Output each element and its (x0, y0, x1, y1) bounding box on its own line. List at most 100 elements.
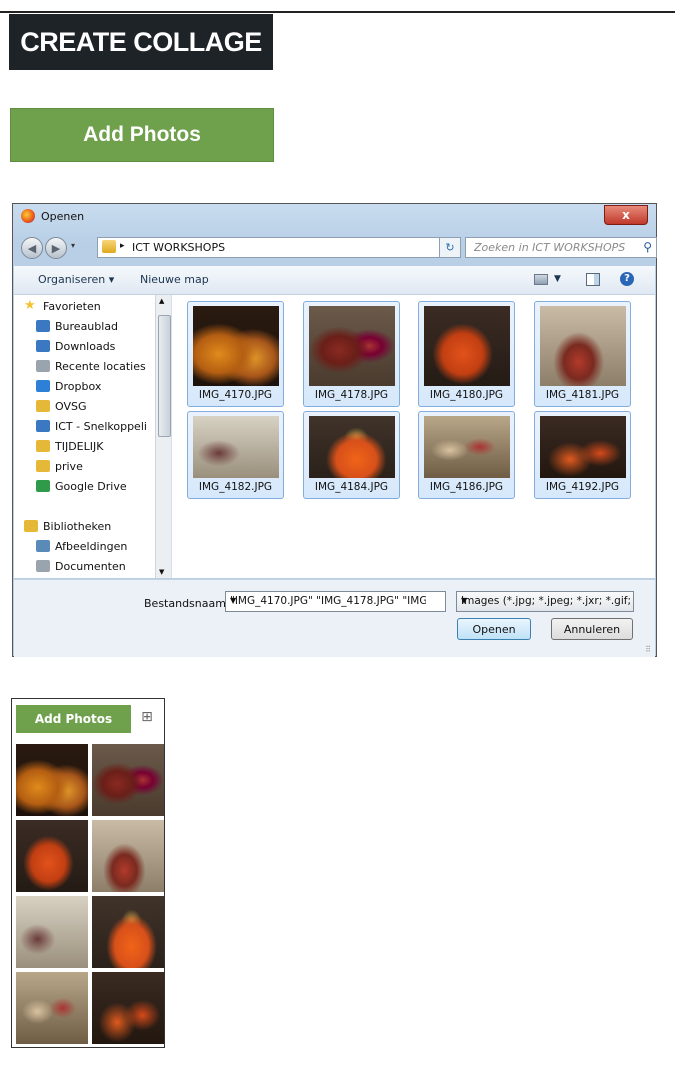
collage-photo-thumbnail[interactable] (92, 744, 164, 816)
resize-grip-icon[interactable]: ⠿ (645, 645, 651, 654)
breadcrumb[interactable]: ICT WORKSHOPS (132, 241, 225, 254)
nav-item-downloads[interactable]: Downloads (36, 337, 115, 355)
search-placeholder: Zoeken in ICT WORKSHOPS (474, 241, 626, 254)
nav-item-bureaublad[interactable]: Bureaublad (36, 317, 118, 335)
nav-item-google-drive[interactable]: Google Drive (36, 477, 127, 495)
dialog-title: Openen (41, 210, 85, 223)
new-folder-button[interactable]: Nieuwe map (140, 273, 209, 286)
file-item[interactable]: IMG_4182.JPG (187, 411, 284, 499)
filename-input[interactable]: "IMG_4170.JPG" "IMG_4178.JPG" "IMG_4: ▼ (225, 591, 446, 612)
file-item[interactable]: IMG_4170.JPG (187, 301, 284, 407)
collage-photo-thumbnail[interactable] (92, 820, 164, 892)
collage-photo-thumbnail[interactable] (92, 896, 164, 968)
cancel-button[interactable]: Annuleren (551, 618, 633, 640)
recent-pages-dropdown-icon[interactable]: ▾ (71, 241, 75, 250)
nav-item-ovsg[interactable]: OVSG (36, 397, 87, 415)
view-dropdown-icon[interactable]: ▼ (554, 274, 561, 284)
grid-layout-icon[interactable]: ⊞ (139, 709, 155, 725)
filetype-select[interactable]: Images (*.jpg; *.jpeg; *.jxr; *.gif; ▼ (456, 591, 634, 612)
firefox-icon (21, 209, 35, 223)
nav-item-label: Bureaublad (55, 319, 119, 333)
nav-item-favorieten[interactable]: ★ Favorieten (24, 297, 101, 315)
nav-item-label: Dropbox (55, 379, 102, 393)
add-photos-button[interactable]: Add Photos (10, 108, 274, 162)
file-thumbnail (540, 306, 626, 386)
nav-item-label: Afbeeldingen (55, 539, 128, 553)
nav-item-label: Google Drive (55, 479, 127, 493)
file-item[interactable]: IMG_4186.JPG (418, 411, 515, 499)
file-name: IMG_4178.JPG (314, 389, 389, 401)
collage-photo-thumbnail[interactable] (92, 972, 164, 1044)
preview-pane-icon[interactable] (586, 273, 600, 286)
file-thumbnail (540, 416, 626, 478)
libraries-icon (24, 520, 38, 532)
filename-dropdown-icon[interactable]: ▼ (230, 596, 426, 605)
scrollbar-thumb[interactable] (158, 315, 171, 437)
breadcrumb-arrow-icon: ▸ (120, 241, 125, 251)
file-name: IMG_4192.JPG (545, 481, 620, 493)
nav-item-afbeeldingen[interactable]: Afbeeldingen (36, 537, 127, 555)
file-name: IMG_4180.JPG (429, 389, 504, 401)
collage-photo-thumbnail[interactable] (16, 896, 88, 968)
navigation-pane: ▲ ▼ ★ Favorieten Bureaublad Downloads Recent… (14, 295, 172, 578)
nav-item-label: ICT - Snelkoppeli (55, 419, 147, 433)
nav-item-ict-snelkoppeli[interactable]: ICT - Snelkoppeli (36, 417, 147, 435)
collage-photo-thumbnail[interactable] (16, 972, 88, 1044)
collage-photo-panel: Add Photos ⊞ (11, 698, 165, 1048)
filetype-dropdown-icon[interactable]: ▼ (461, 596, 630, 605)
scroll-down-icon[interactable]: ▼ (159, 568, 164, 576)
collage-photo-thumbnail[interactable] (16, 744, 88, 816)
nav-item-label: TIJDELIJK (55, 439, 104, 453)
nav-item-label: Documenten (55, 559, 126, 573)
open-button[interactable]: Openen (457, 618, 531, 640)
forward-icon[interactable]: ▶ (45, 237, 67, 259)
nav-item-label: prive (55, 459, 83, 473)
file-thumbnail (424, 416, 510, 478)
nav-item-tijdelijk[interactable]: TIJDELIJK (36, 437, 103, 455)
file-item[interactable]: IMG_4180.JPG (418, 301, 515, 407)
refresh-icon[interactable]: ↻ (439, 237, 461, 258)
nav-item-label: OVSG (55, 399, 87, 413)
file-list: IMG_4170.JPG IMG_4178.JPG IMG_4180.JPG IMG_… (172, 295, 655, 578)
file-item[interactable]: IMG_4192.JPG (534, 411, 631, 499)
back-icon[interactable]: ◀ (21, 237, 43, 259)
dialog-titlebar: Openen x (13, 204, 656, 230)
nav-item-documenten[interactable]: Documenten (36, 557, 126, 575)
create-collage-heading: CREATE COLLAGE (9, 14, 273, 70)
file-thumbnail (309, 306, 395, 386)
file-thumbnail (193, 416, 279, 478)
address-bar[interactable]: ▸ ICT WORKSHOPS ▼ (97, 237, 457, 258)
organize-menu[interactable]: Organiseren ▾ (38, 273, 114, 286)
nav-item-label: Favorieten (43, 299, 101, 313)
file-item[interactable]: IMG_4184.JPG (303, 411, 400, 499)
search-input[interactable]: Zoeken in ICT WORKSHOPS ⚲ (465, 237, 657, 258)
close-button[interactable]: x (604, 205, 648, 225)
file-item[interactable]: IMG_4181.JPG (534, 301, 631, 407)
collage-photo-thumbnail[interactable] (16, 820, 88, 892)
help-icon[interactable]: ? (620, 272, 634, 286)
file-thumbnail (193, 306, 279, 386)
view-options-icon[interactable] (534, 274, 548, 285)
file-name: IMG_4181.JPG (545, 389, 620, 401)
pictures-icon (36, 540, 50, 552)
folder-icon (36, 400, 50, 412)
search-icon[interactable]: ⚲ (643, 240, 652, 254)
file-name: IMG_4182.JPG (198, 481, 273, 493)
panel-add-photos-button[interactable]: Add Photos (16, 705, 131, 733)
filename-label: Bestandsnaam: (144, 597, 230, 610)
folder-icon (36, 440, 50, 452)
folder-icon (102, 240, 116, 253)
nav-item-dropbox[interactable]: Dropbox (36, 377, 101, 395)
google-drive-icon (36, 480, 50, 492)
nav-item-prive[interactable]: prive (36, 457, 83, 475)
desktop-icon (36, 320, 50, 332)
file-item[interactable]: IMG_4178.JPG (303, 301, 400, 407)
scroll-up-icon[interactable]: ▲ (159, 297, 164, 305)
dialog-footer: Bestandsnaam: "IMG_4170.JPG" "IMG_4178.J… (14, 579, 655, 657)
nav-scrollbar[interactable]: ▲ ▼ (155, 295, 171, 578)
documents-icon (36, 560, 50, 572)
nav-item-bibliotheken[interactable]: Bibliotheken (24, 517, 111, 535)
nav-item-label: Bibliotheken (43, 519, 112, 533)
nav-item-label: Downloads (55, 339, 116, 353)
nav-item-recente-locaties[interactable]: Recente locaties (36, 357, 146, 375)
